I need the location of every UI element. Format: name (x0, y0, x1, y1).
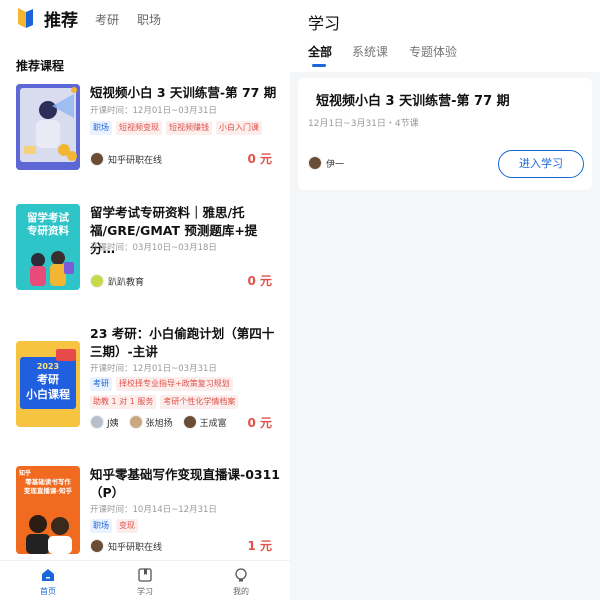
enter-study-button[interactable]: 进入学习 (498, 150, 584, 178)
course-tag: 助教 1 对 1 服务 (90, 395, 157, 409)
course-thumbnail[interactable]: 知乎 零基础读书写作 变现直播课-知乎 (16, 466, 80, 554)
course-tag: 变现 (116, 519, 138, 533)
course-time: 开课时间：12月01日~03月31日 (90, 364, 217, 374)
provider-avatar (90, 274, 104, 288)
nav-label: 首页 (40, 587, 56, 596)
study-course-user: 伊一 (308, 156, 344, 170)
nav-label: 学习 (137, 587, 153, 596)
app-logo-icon (18, 8, 33, 28)
course-provider: 知乎研职在线 (90, 539, 162, 553)
user-avatar (308, 156, 322, 170)
teacher-avatar (182, 415, 197, 429)
top-tab-bar: 推荐 考研 职场 (0, 0, 290, 40)
course-teachers: J姨 张旭扬 王成富 (90, 415, 227, 429)
course-tag: 考研个性化学情档案 (160, 395, 239, 409)
study-course-title[interactable]: 短视频小白 3 天训练营-第 77 期 (316, 90, 510, 109)
teacher-avatar (90, 415, 104, 429)
study-pane: 学习 全部 系统课 专题体验 短视频小白 3 天训练营-第 77 期 12月1日… (290, 0, 600, 600)
tab-kaoyan[interactable]: 考研 (95, 11, 119, 28)
thumbnail-text: 知乎 零基础读书写作 变现直播课-知乎 (19, 470, 77, 496)
teacher-avatar (128, 415, 143, 429)
nav-mine[interactable]: 我的 (216, 567, 266, 597)
course-price: 0 元 (247, 274, 272, 288)
course-tag: 职场 (90, 519, 112, 533)
thumbnail-text: 2023 考研 小白课程 (20, 361, 76, 402)
provider-avatar (90, 152, 104, 166)
course-tag: 择校择专业指导+政策复习规划 (116, 377, 233, 391)
course-tag: 小白入门课 (216, 121, 262, 135)
book-icon (138, 568, 152, 582)
course-title[interactable]: 23 考研：小白偷跑计划（第四十三期）-主讲 (90, 325, 280, 361)
course-price: 0 元 (247, 416, 272, 430)
study-course-meta: 12月1日~3月31日・4节课 (308, 119, 419, 129)
course-provider: 知乎研职在线 (90, 152, 162, 166)
course-tags: 职场 短视频变现 短视频赚钱 小白入门课 (90, 121, 280, 135)
lightbulb-icon (235, 568, 247, 582)
tab-career[interactable]: 职场 (137, 11, 161, 28)
thumbnail-text-line: 考研 (37, 373, 59, 386)
thumbnail-text-line: 留学考试 (27, 212, 69, 224)
provider-name: 知乎研职在线 (108, 155, 163, 166)
course-tag: 短视频赚钱 (166, 121, 212, 135)
home-icon (42, 569, 54, 581)
course-price: 0 元 (247, 152, 272, 166)
course-tags: 职场 变现 (90, 519, 280, 533)
course-provider: 趴趴教育 (90, 274, 144, 288)
teacher-name: 王成富 (199, 418, 227, 429)
course-card-3[interactable]: 2023 考研 小白课程 23 考研：小白偷跑计划（第四十三期）-主讲 开课时间… (16, 325, 280, 435)
tab-system-courses[interactable]: 系统课 (352, 43, 388, 60)
course-price: 1 元 (247, 539, 272, 553)
course-tag: 考研 (90, 377, 112, 391)
tab-all[interactable]: 全部 (308, 43, 332, 60)
teacher-name: 张旭扬 (145, 418, 173, 429)
thumbnail-text-line: 零基础读书写作 (25, 478, 71, 486)
thumbnail-text-line: 2023 (36, 362, 60, 371)
study-header: 学习 全部 系统课 专题体验 (290, 0, 600, 72)
study-course-card[interactable]: 短视频小白 3 天训练营-第 77 期 12月1日~3月31日・4节课 伊一 进… (298, 78, 592, 190)
section-title: 推荐课程 (16, 59, 65, 73)
teacher-item: 王成富 (182, 415, 227, 429)
course-time: 开课时间：10月14日~12月31日 (90, 505, 217, 515)
course-card-1[interactable]: 短视频小白 3 天训练营-第 77 期 开课时间：12月01日~03月31日 职… (16, 84, 280, 170)
teacher-name: J姨 (107, 418, 119, 429)
course-title[interactable]: 短视频小白 3 天训练营-第 77 期 (90, 84, 280, 102)
nav-study[interactable]: 学习 (120, 567, 170, 597)
course-card-4[interactable]: 知乎 零基础读书写作 变现直播课-知乎 知乎零基础写作变现直播课-0311（P）… (16, 466, 280, 556)
provider-name: 知乎研职在线 (108, 542, 163, 553)
tab-recommend[interactable]: 推荐 (44, 6, 78, 31)
course-thumbnail[interactable]: 留学考试 专研资料 (16, 204, 80, 290)
course-title[interactable]: 知乎零基础写作变现直播课-0311（P） (90, 466, 280, 502)
provider-avatar (90, 539, 104, 553)
course-card-2[interactable]: 留学考试 专研资料 留学考试专研资料｜雅思/托福/GRE/GMAT 预测题库+提… (16, 204, 280, 290)
active-tab-indicator (312, 64, 326, 67)
page-title: 学习 (308, 14, 341, 33)
course-tag: 短视频变现 (116, 121, 162, 135)
nav-label: 我的 (233, 587, 249, 596)
user-name: 伊一 (326, 159, 345, 170)
thumbnail-text: 留学考试 专研资料 (20, 212, 76, 238)
course-illustration-icon (16, 84, 80, 170)
course-tag: 职场 (90, 121, 112, 135)
thumbnail-text-line: 变现直播课-知乎 (23, 487, 73, 495)
thumbnail-text-line: 知乎 (19, 470, 32, 477)
tab-topic-experience[interactable]: 专题体验 (409, 43, 457, 60)
course-time: 开课时间：12月01日~03月31日 (90, 106, 217, 116)
teacher-item: 张旭扬 (128, 415, 173, 429)
course-time: 开课时间：03月10日~03月18日 (90, 243, 217, 253)
nav-home[interactable]: 首页 (23, 567, 73, 597)
teacher-item: J姨 (90, 415, 119, 429)
thumbnail-text-line: 小白课程 (26, 388, 70, 401)
home-pane: 推荐 考研 职场 推荐课程 短视频小白 3 天训练营-第 77 期 开课时间：1… (0, 0, 290, 600)
course-thumbnail[interactable] (16, 84, 80, 170)
bottom-nav: 首页 学习 我的 (0, 560, 290, 600)
course-tags: 考研 择校择专业指导+政策复习规划 助教 1 对 1 服务 考研个性化学情档案 (90, 377, 280, 409)
provider-name: 趴趴教育 (108, 277, 145, 288)
course-thumbnail[interactable]: 2023 考研 小白课程 (16, 341, 80, 427)
thumbnail-text-line: 专研资料 (27, 225, 69, 237)
